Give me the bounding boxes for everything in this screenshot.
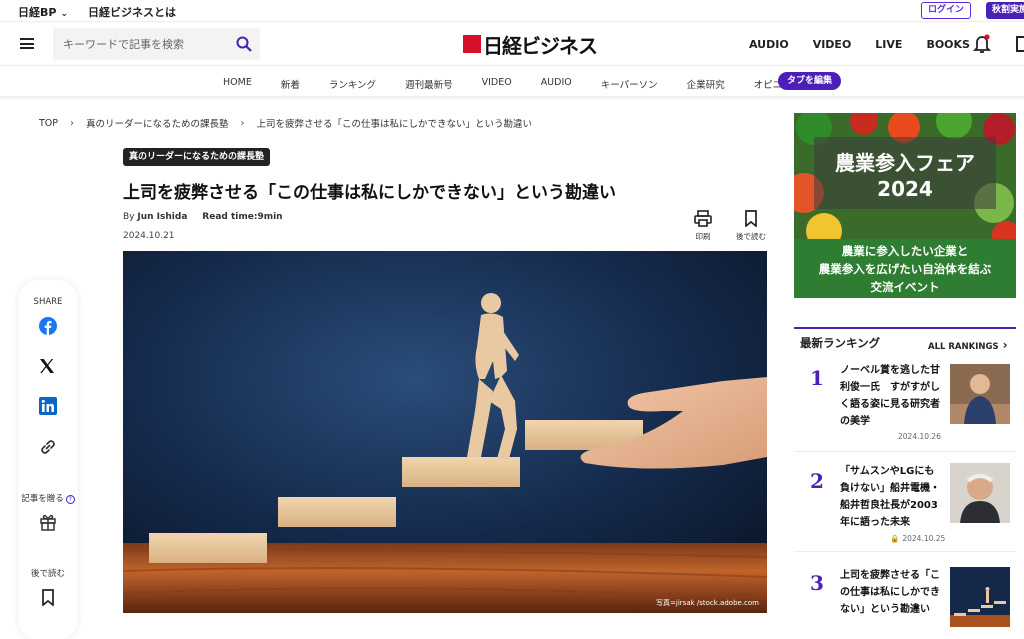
byline: By Jun Ishida Read time:9min — [123, 212, 283, 222]
search-icon[interactable] — [236, 36, 252, 52]
article-title: 上司を疲弊させる「この仕事は私にしかできない」という勘違い — [123, 183, 616, 203]
rank-title: ノーベル賞を逃した甘利俊一氏 すがすがしく語る姿に見る研究者の美学 — [840, 365, 940, 427]
bookmark-icon — [745, 210, 757, 227]
header-nav: AUDIO VIDEO LIVE BOOKS — [749, 38, 994, 51]
rank-thumbnail — [950, 364, 1010, 424]
cat-latest-issue[interactable]: 週刊最新号 — [405, 77, 453, 91]
chevron-right-icon: › — [240, 117, 245, 129]
printer-icon — [694, 210, 712, 227]
author-name[interactable]: Jun Ishida — [137, 212, 187, 222]
logo-mark — [463, 35, 481, 53]
nav-live[interactable]: LIVE — [875, 38, 902, 51]
ad-body-line2: 農業参入を広げたい自治体を結ぶ — [818, 262, 992, 276]
ad-body-line1: 農業に参入したい企業と — [841, 244, 969, 258]
x-icon[interactable] — [39, 358, 55, 374]
cat-audio[interactable]: AUDIO — [541, 77, 572, 91]
cat-ranking[interactable]: ランキング — [329, 77, 376, 91]
crumb-series[interactable]: 真のリーダーになるための課長塾 — [86, 116, 229, 130]
nikkeibp-menu[interactable]: 日経BP ⌄ — [18, 4, 68, 20]
tab-edit-button[interactable]: タブを編集 — [778, 72, 841, 90]
by-prefix: By — [123, 212, 135, 222]
ranking-item-1[interactable]: 1 ノーベル賞を逃した甘利俊一氏 すがすがしく語る姿に見る研究者の美学 2024… — [794, 356, 1016, 452]
share-label: SHARE — [33, 297, 63, 307]
read-later-button[interactable]: 後で読む — [736, 210, 766, 242]
all-rankings-link[interactable]: ALL RANKINGS › — [928, 338, 1008, 352]
cat-keyperson[interactable]: キーパーソン — [601, 77, 658, 91]
ranking-header: 最新ランキング ALL RANKINGS › — [794, 327, 1016, 353]
crumb-current: 上司を疲弊させる「この仕事は私にしかできない」という勘違い — [256, 119, 533, 130]
rank-title: 「サムスンやLGにも負けない」船井電機・船井哲良社長が2003年に語った未来 — [840, 466, 940, 528]
crumb-top[interactable]: TOP — [39, 118, 58, 129]
ad-title: 農業参入フェア — [835, 151, 975, 175]
help-icon[interactable]: ? — [65, 495, 75, 504]
brand-label: 日経BP — [18, 6, 57, 19]
chevron-down-icon: ⌄ — [60, 9, 68, 19]
category-nav: HOME 新着 ランキング 週刊最新号 VIDEO AUDIO キーパーソン 企… — [0, 67, 1024, 97]
gift-article-button[interactable]: 記事を贈る? — [18, 492, 78, 504]
ad-band: 農業に参入したい企業と 農業参入を広げたい自治体を結ぶ 交流イベント — [794, 239, 1016, 298]
bell-icon[interactable] — [973, 34, 991, 54]
ranking-item-2[interactable]: 2 「サムスンやLGにも負けない」船井電機・船井哲良社長が2003年に語った未来… — [794, 453, 1016, 552]
rank-date: 2024.10.26 — [898, 432, 941, 441]
about-link[interactable]: 日経ビジネスとは — [88, 4, 176, 20]
read-time-label: Read time: — [202, 212, 258, 222]
ad-year: 2024 — [877, 177, 933, 201]
site-header: 日経ビジネス AUDIO VIDEO LIVE BOOKS — [0, 22, 1024, 66]
gift-icon[interactable] — [39, 513, 57, 531]
menu-icon[interactable] — [20, 38, 34, 49]
rank-date: 2024.10.25 — [902, 534, 946, 543]
rank-thumbnail — [950, 567, 1010, 627]
rank-number: 3 — [810, 571, 824, 595]
read-later-label: 後で読む — [736, 232, 766, 241]
rank-thumbnail — [950, 463, 1010, 523]
link-icon[interactable] — [39, 438, 57, 456]
photo-credit: 写真=jirsak /stock.adobe.com — [656, 598, 759, 607]
bookmark-list-icon[interactable] — [1016, 36, 1024, 52]
nav-audio[interactable]: AUDIO — [749, 38, 789, 51]
search-input[interactable] — [63, 35, 228, 53]
promo-button[interactable]: 秋割実施中 — [986, 2, 1024, 19]
nav-video[interactable]: VIDEO — [813, 38, 852, 51]
series-tag[interactable]: 真のリーダーになるための課長塾 — [123, 148, 271, 166]
utility-bar: 日経BP⌄ 日経ビジネスとは ログイン 秋割実施中 — [0, 0, 1024, 22]
lock-icon: 🔒 — [890, 534, 900, 543]
rank-number: 2 — [810, 469, 824, 493]
event-ad-banner[interactable]: 農業参入フェア 2024 農業に参入したい企業と 農業参入を広げたい自治体を結ぶ… — [794, 113, 1016, 298]
logo-text: 日経ビジネス — [483, 33, 598, 58]
chevron-right-icon: › — [70, 117, 75, 129]
rank-number: 1 — [810, 366, 824, 390]
login-button[interactable]: ログイン — [921, 2, 971, 19]
cat-company-research[interactable]: 企業研究 — [687, 77, 725, 91]
site-logo[interactable]: 日経ビジネス — [463, 32, 598, 58]
ranking-title: 最新ランキング — [800, 336, 881, 350]
publish-date: 2024.10.21 — [123, 231, 175, 241]
nav-books[interactable]: BOOKS — [926, 38, 970, 51]
cat-home[interactable]: HOME — [223, 77, 252, 91]
read-later-rail-label: 後で読む — [30, 569, 65, 579]
cat-video[interactable]: VIDEO — [482, 77, 512, 91]
share-rail: SHARE 記事を贈る? 後で読む — [18, 280, 78, 639]
stairs-illustration: 写真=jirsak /stock.adobe.com — [123, 251, 767, 613]
vegetables-photo — [794, 113, 1016, 239]
hero-image: 写真=jirsak /stock.adobe.com — [123, 251, 767, 613]
ranking-item-3[interactable]: 3 上司を疲弊させる「この仕事は私にしかできない」という勘違い — [794, 553, 1016, 639]
rank-date-row: 🔒 2024.10.25 — [890, 534, 945, 543]
print-label: 印刷 — [695, 232, 711, 241]
ad-body-line3: 交流イベント — [870, 280, 940, 294]
breadcrumb: TOP › 真のリーダーになるための課長塾 › 上司を疲弊させる「この仕事は私に… — [39, 116, 533, 131]
all-rankings-label: ALL RANKINGS — [928, 342, 999, 352]
linkedin-icon[interactable] — [39, 397, 57, 415]
search-box — [53, 28, 260, 60]
gift-label: 記事を贈る — [21, 494, 64, 504]
rank-title: 上司を疲弊させる「この仕事は私にしかできない」という勘違い — [840, 570, 940, 615]
bookmark-icon[interactable] — [41, 589, 55, 606]
cat-new[interactable]: 新着 — [281, 77, 300, 91]
facebook-icon[interactable] — [39, 317, 57, 335]
print-button[interactable]: 印刷 — [694, 210, 712, 242]
chevron-right-icon: › — [1002, 338, 1008, 352]
read-time-value: 9min — [257, 212, 283, 222]
